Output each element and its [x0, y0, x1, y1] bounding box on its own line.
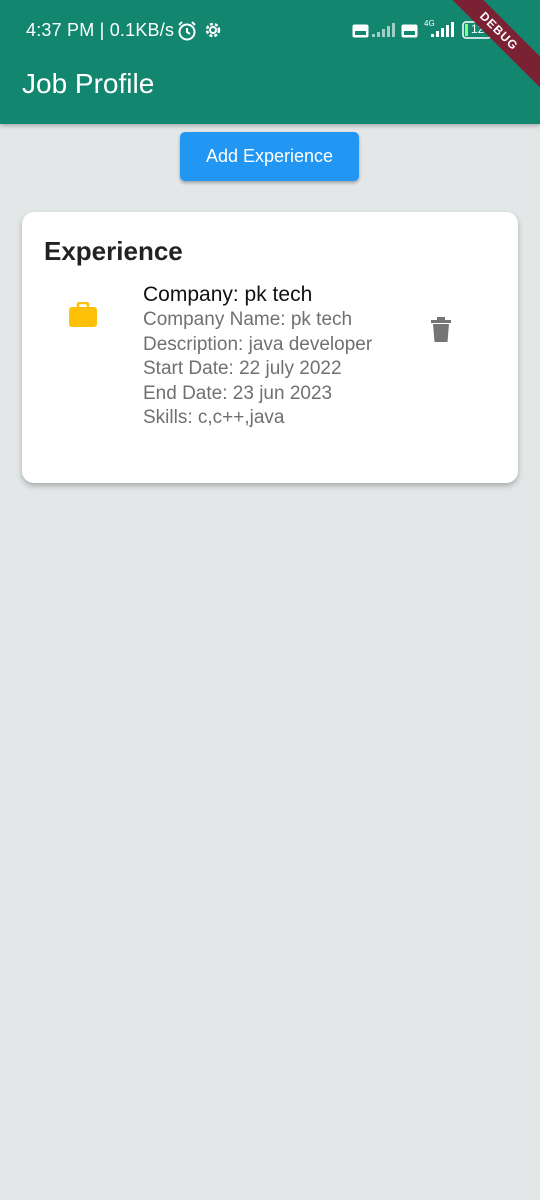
- settings-icon: [203, 20, 223, 45]
- volte-icon: [401, 24, 418, 43]
- 4g-signal-icon: 4G: [423, 18, 457, 43]
- signal-icon: [372, 22, 398, 43]
- entry-skills: Skills: c,c++,java: [143, 407, 285, 428]
- page-title: Job Profile: [22, 68, 155, 99]
- add-experience-button[interactable]: Add Experience: [180, 132, 359, 181]
- entry-start-date: Start Date: 22 july 2022: [143, 358, 342, 379]
- status-bar: 4:37 PM | 0.1KB/s 4G 12: [0, 0, 540, 62]
- app-bar: 4:37 PM | 0.1KB/s 4G 12 Job Profile: [0, 0, 540, 124]
- entry-end-date: End Date: 23 jun 2023: [143, 382, 333, 404]
- entry-description: Description: java developer: [143, 333, 373, 355]
- svg-text:4G: 4G: [424, 19, 435, 28]
- status-time: 4:37 PM | 0.1KB/s: [26, 20, 175, 40]
- experience-card: Experience Company: pk tech Company Name…: [22, 212, 518, 483]
- alarm-icon: [176, 20, 198, 47]
- briefcase-icon: [68, 301, 98, 333]
- entry-company-name: Company Name: pk tech: [143, 309, 353, 330]
- experience-entry[interactable]: Company: pk tech Company Name: pk tech D…: [143, 282, 383, 431]
- entry-heading: Company: pk tech: [143, 283, 313, 306]
- card-title: Experience: [44, 236, 183, 266]
- delete-icon[interactable]: [430, 317, 452, 348]
- volte-icon: [352, 24, 369, 43]
